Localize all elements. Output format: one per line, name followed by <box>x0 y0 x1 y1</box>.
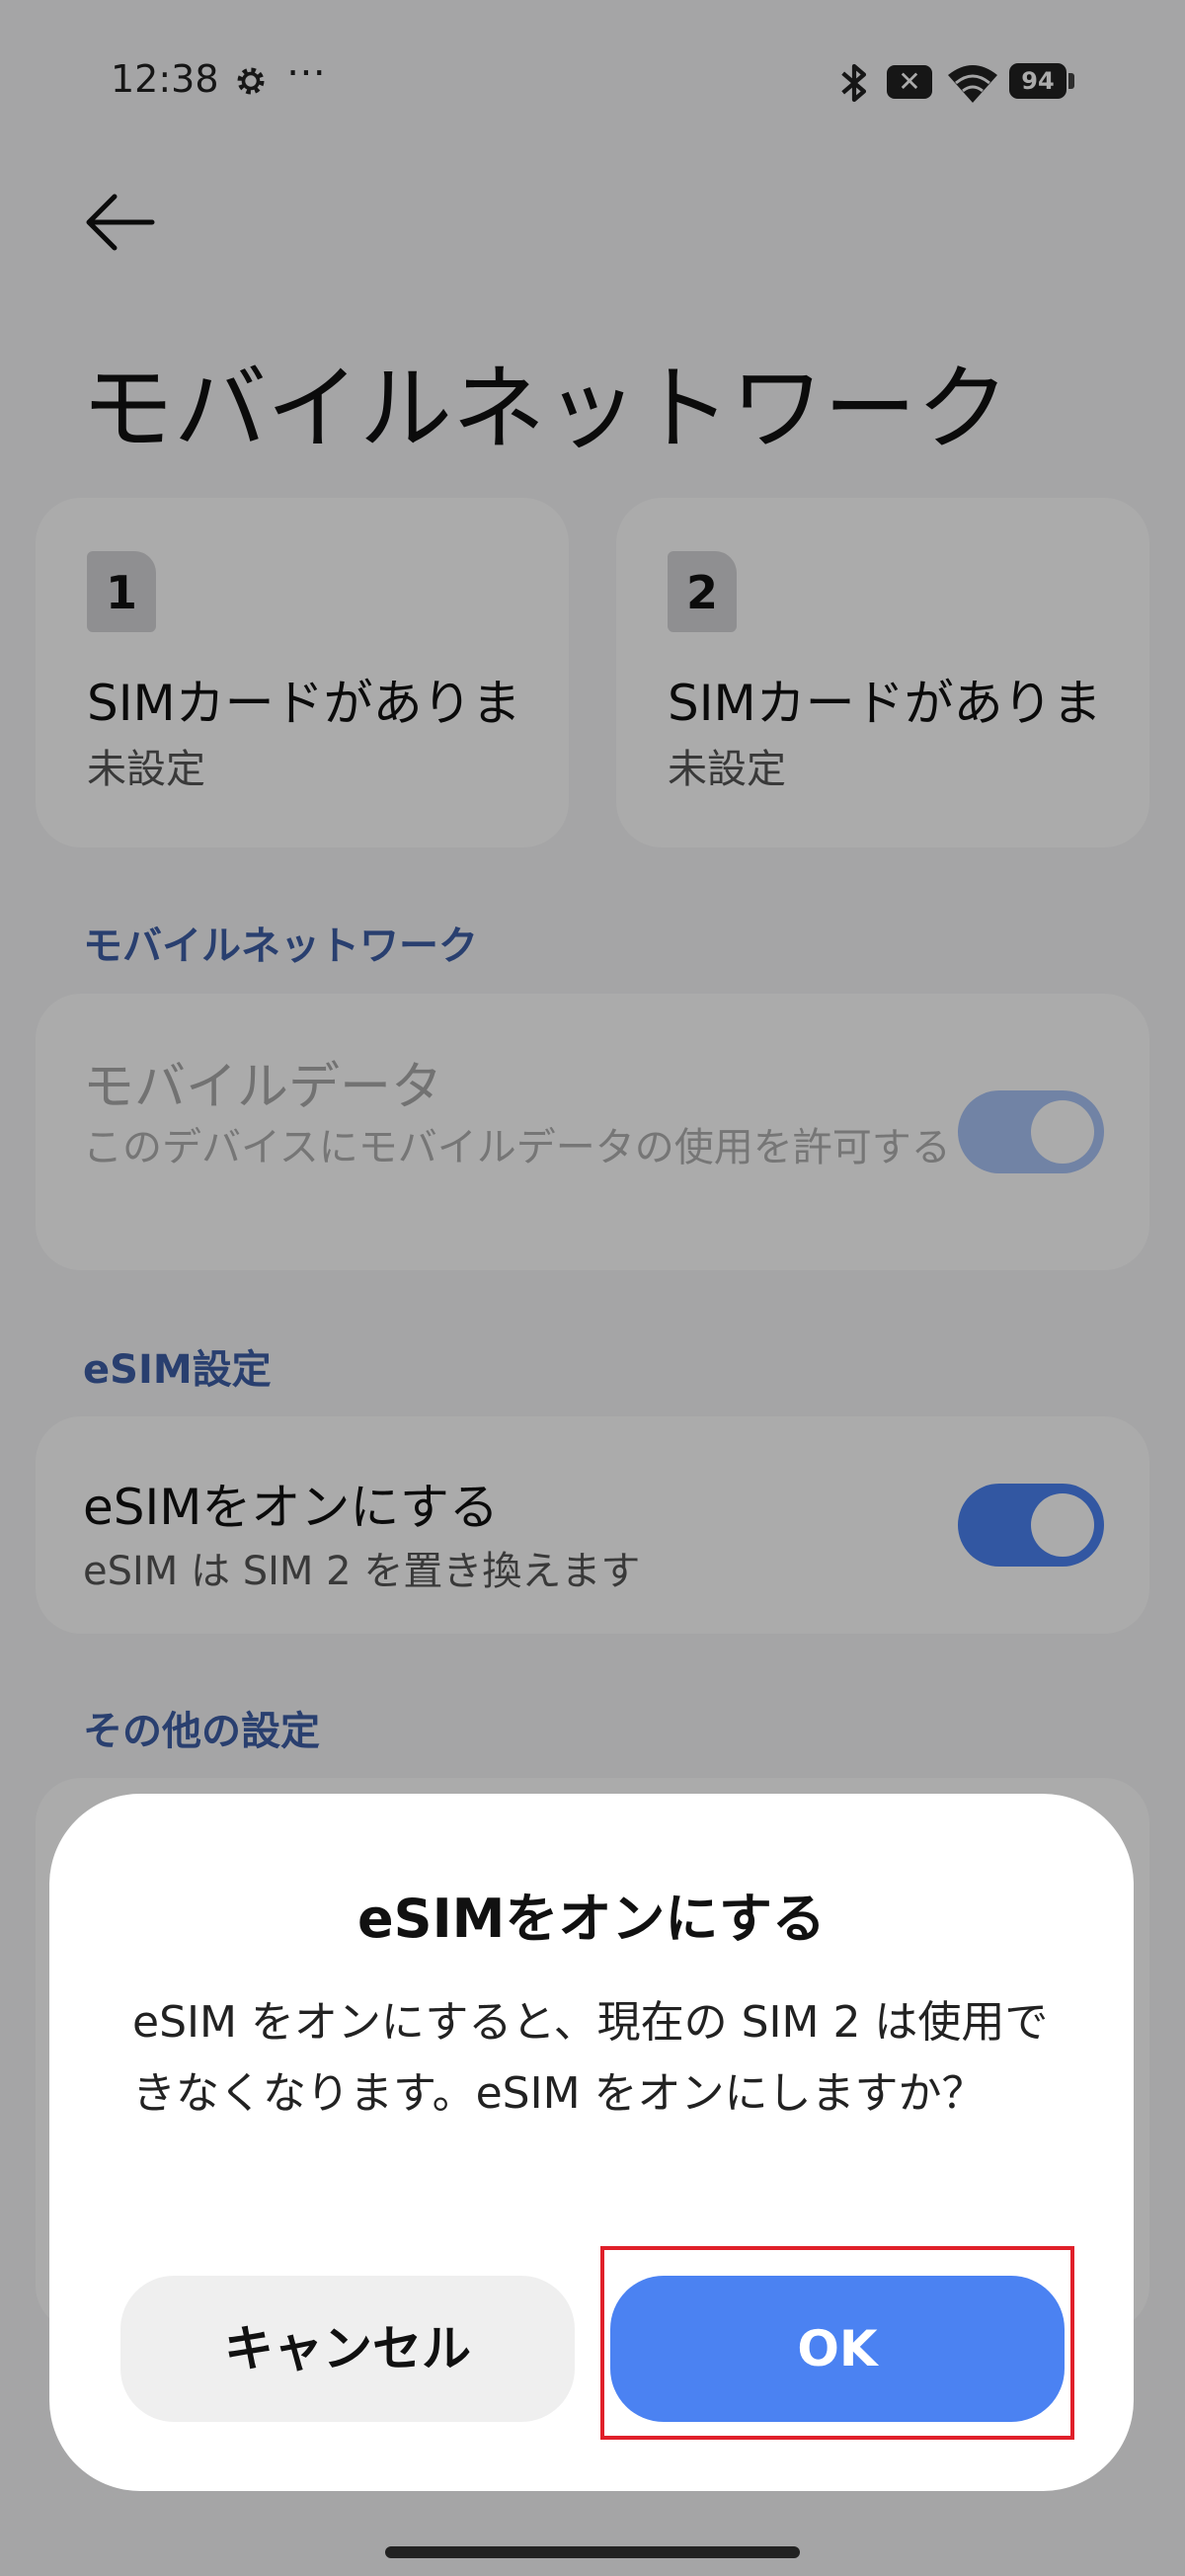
cancel-button[interactable]: キャンセル <box>120 2276 575 2422</box>
ok-button-highlight <box>600 2246 1074 2440</box>
dialog-message: eSIM をオンにすると、現在の SIM 2 は使用できなくなります。eSIM … <box>132 1997 1049 2119</box>
home-indicator[interactable] <box>385 2546 800 2558</box>
dialog-title: eSIMをオンにする <box>357 1888 826 1950</box>
